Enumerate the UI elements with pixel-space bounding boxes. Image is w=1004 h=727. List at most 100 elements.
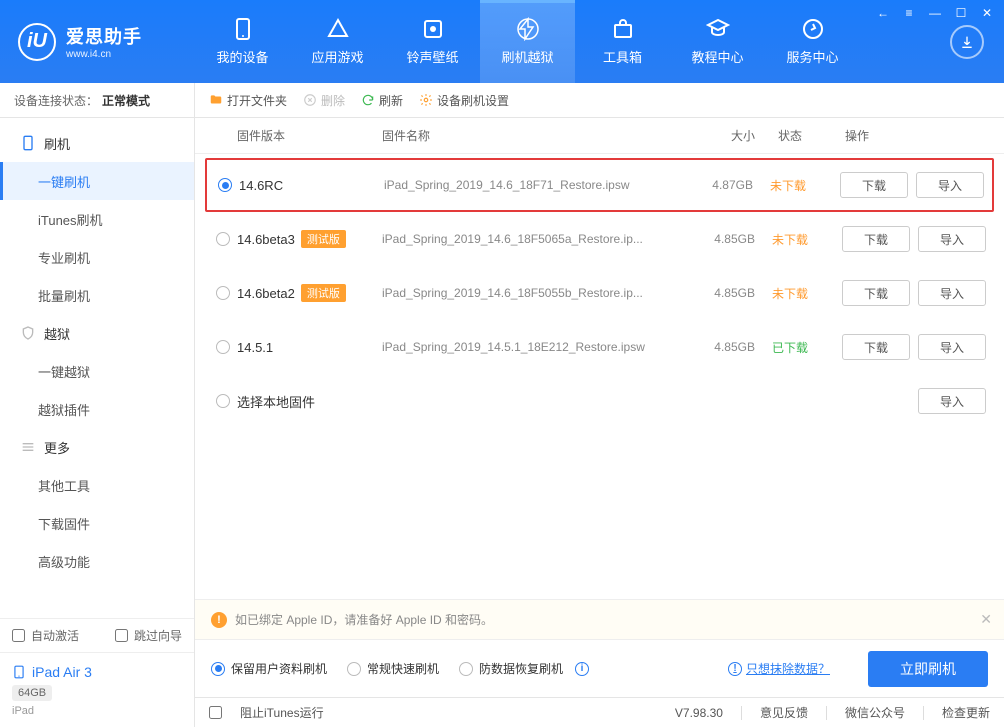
maximize-icon[interactable]: ☐: [952, 4, 970, 22]
option-label: 防数据恢复刷机: [479, 660, 563, 677]
th-name: 固件名称: [382, 127, 675, 144]
main-nav: 我的设备应用游戏 铃声壁纸刷机越狱 工具箱教程中心服务中心: [195, 0, 860, 83]
close-icon[interactable]: ✕: [978, 4, 996, 22]
fw-version: 14.6beta3: [237, 232, 295, 247]
flash-option-1[interactable]: 常规快速刷机: [347, 660, 439, 677]
nav-apps[interactable]: 应用游戏: [290, 0, 385, 83]
flash-option-0[interactable]: 保留用户资料刷机: [211, 660, 327, 677]
fw-name: iPad_Spring_2019_14.6_18F5055b_Restore.i…: [382, 286, 675, 300]
fw-import-button[interactable]: 导入: [918, 280, 986, 306]
app-title: 爱思助手: [66, 23, 142, 49]
th-status: 状态: [755, 127, 825, 144]
refresh-icon: [361, 93, 375, 107]
version-label: V7.98.30: [675, 706, 723, 720]
download-circle-icon[interactable]: [950, 25, 984, 59]
firmware-row[interactable]: 14.6beta3测试版iPad_Spring_2019_14.6_18F506…: [205, 212, 994, 266]
sidebar-item[interactable]: 专业刷机: [0, 238, 194, 276]
block-itunes-checkbox[interactable]: [209, 706, 222, 719]
th-operation: 操作: [825, 127, 990, 144]
sidebar-item[interactable]: 越狱插件: [0, 390, 194, 428]
wechat-link[interactable]: 微信公众号: [845, 704, 905, 721]
nav-service[interactable]: 服务中心: [765, 0, 860, 83]
firmware-row[interactable]: 选择本地固件导入: [205, 374, 994, 428]
sidebar-item-label: 专业刷机: [38, 248, 90, 267]
nav-flash[interactable]: 刷机越狱: [480, 0, 575, 83]
radio-button[interactable]: [218, 178, 232, 192]
fw-status: 未下载: [755, 285, 825, 302]
sidebar-item[interactable]: 其他工具: [0, 466, 194, 504]
fw-version: 14.6RC: [239, 178, 283, 193]
sidebar-item[interactable]: 批量刷机: [0, 276, 194, 314]
tool-delete: 删除: [303, 92, 345, 109]
service-icon: [801, 17, 825, 41]
flash-now-button[interactable]: 立即刷机: [868, 651, 988, 687]
nav-label: 应用游戏: [311, 47, 363, 66]
tool-open[interactable]: 打开文件夹: [209, 92, 287, 109]
fw-import-button[interactable]: 导入: [918, 388, 986, 414]
flash-options: 保留用户资料刷机 常规快速刷机 防数据恢复刷机 i ! 只想抹除数据？ 立即刷机: [195, 639, 1004, 697]
tool-label: 打开文件夹: [227, 92, 287, 109]
fw-download-button[interactable]: 下载: [842, 226, 910, 252]
nav-label: 刷机越狱: [501, 47, 553, 66]
fw-import-button[interactable]: 导入: [918, 226, 986, 252]
firmware-row[interactable]: 14.5.1iPad_Spring_2019_14.5.1_18E212_Res…: [205, 320, 994, 374]
nav-tutorial[interactable]: 教程中心: [670, 0, 765, 83]
nav-device[interactable]: 我的设备: [195, 0, 290, 83]
tip-text: 如已绑定 Apple ID，请准备好 Apple ID 和密码。: [235, 611, 493, 628]
fw-import-button[interactable]: 导入: [916, 172, 984, 198]
nav-tools[interactable]: 工具箱: [575, 0, 670, 83]
beta-tag: 测试版: [301, 230, 346, 248]
skip-wizard-checkbox[interactable]: [115, 629, 128, 642]
radio-button[interactable]: [347, 662, 361, 676]
phone-icon: [20, 135, 36, 151]
firmware-row[interactable]: 14.6beta2测试版iPad_Spring_2019_14.6_18F505…: [205, 266, 994, 320]
toolbar: 打开文件夹删除刷新设备刷机设置: [195, 83, 1004, 118]
radio-button[interactable]: [216, 286, 230, 300]
auto-activate-checkbox[interactable]: [12, 629, 25, 642]
radio-button[interactable]: [216, 340, 230, 354]
minimize-icon[interactable]: —: [926, 4, 944, 22]
device-info[interactable]: iPad Air 3 64GB iPad: [0, 652, 194, 727]
back-icon[interactable]: ←: [874, 4, 892, 22]
nav-wallpaper[interactable]: 铃声壁纸: [385, 0, 480, 83]
th-size: 大小: [675, 127, 755, 144]
block-itunes-label: 阻止iTunes运行: [240, 704, 324, 721]
window-controls: ← ≡ — ☐ ✕: [874, 4, 996, 22]
fw-import-button[interactable]: 导入: [918, 334, 986, 360]
radio-button[interactable]: [216, 394, 230, 408]
tool-settings[interactable]: 设备刷机设置: [419, 92, 509, 109]
sidebar-head-0[interactable]: 刷机: [0, 124, 194, 162]
check-update-link[interactable]: 检查更新: [942, 704, 990, 721]
fw-size: 4.85GB: [675, 232, 755, 246]
erase-data-link[interactable]: ! 只想抹除数据？: [728, 660, 830, 677]
info-icon[interactable]: i: [575, 662, 589, 676]
list-icon[interactable]: ≡: [900, 4, 918, 22]
option-label: 常规快速刷机: [367, 660, 439, 677]
th-version: 固件版本: [237, 127, 382, 144]
conn-status-label: 设备连接状态：: [14, 92, 98, 109]
sidebar-item[interactable]: 下载固件: [0, 504, 194, 542]
sidebar-head-label: 刷机: [44, 134, 70, 153]
firmware-row[interactable]: 14.6RCiPad_Spring_2019_14.6_18F71_Restor…: [205, 158, 994, 212]
sidebar-item[interactable]: 高级功能: [0, 542, 194, 580]
sidebar-head-1[interactable]: 越狱: [0, 314, 194, 352]
fw-download-button[interactable]: 下载: [842, 280, 910, 306]
app-header: iU 爱思助手 www.i4.cn 我的设备应用游戏铃声壁纸刷机越狱工具箱教程中…: [0, 0, 1004, 83]
sidebar-item[interactable]: 一键越狱: [0, 352, 194, 390]
radio-button[interactable]: [216, 232, 230, 246]
radio-button[interactable]: [459, 662, 473, 676]
close-tip-icon[interactable]: ✕: [980, 611, 992, 628]
sidebar-item[interactable]: 一键刷机: [0, 162, 194, 200]
sidebar-item-label: 批量刷机: [38, 286, 90, 305]
sidebar-item[interactable]: iTunes刷机: [0, 200, 194, 238]
fw-download-button[interactable]: 下载: [840, 172, 908, 198]
sidebar-item-label: 其他工具: [38, 476, 90, 495]
tool-refresh[interactable]: 刷新: [361, 92, 403, 109]
device-storage: 64GB: [12, 685, 52, 701]
sidebar-head-label: 越狱: [44, 324, 70, 343]
fw-download-button[interactable]: 下载: [842, 334, 910, 360]
feedback-link[interactable]: 意见反馈: [760, 704, 808, 721]
flash-option-2[interactable]: 防数据恢复刷机 i: [459, 660, 589, 677]
sidebar-head-2[interactable]: 更多: [0, 428, 194, 466]
radio-button[interactable]: [211, 662, 225, 676]
